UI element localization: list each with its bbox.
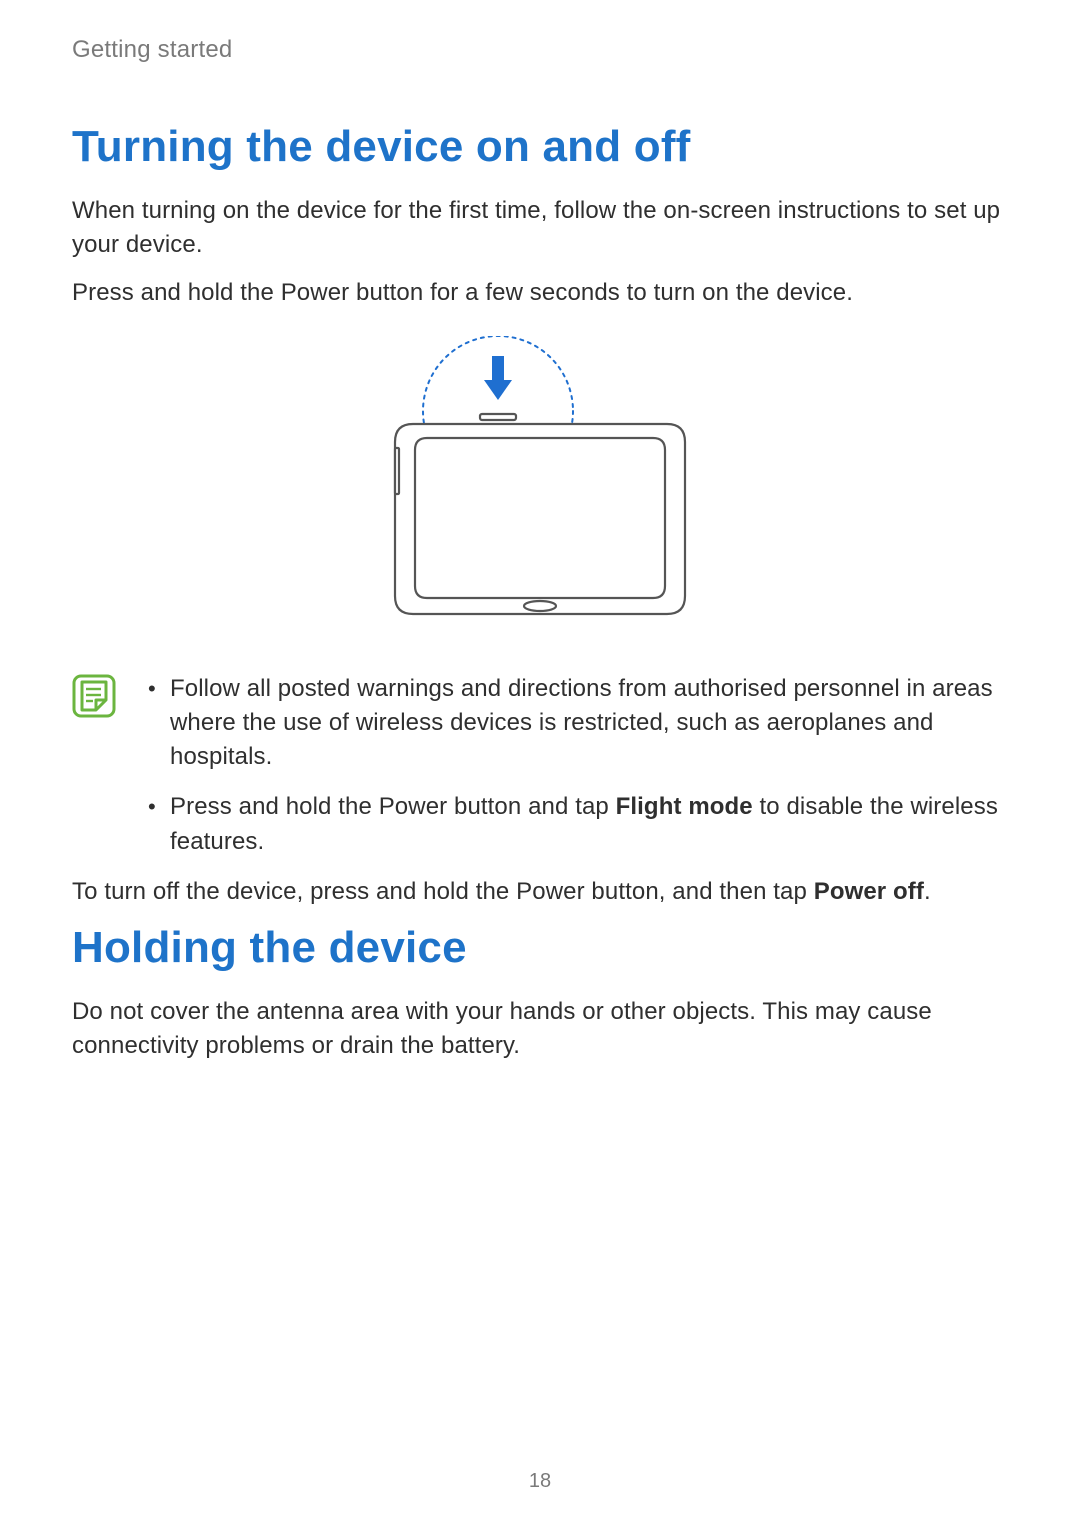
tablet-power-illustration [385,336,695,636]
running-head: Getting started [72,36,1008,64]
section-heading-turning-device-on-off: Turning the device on and off [72,122,1008,172]
paragraph: Press and hold the Power button for a fe… [72,276,1008,310]
note-icon [72,674,116,718]
page-number: 18 [0,1470,1080,1493]
illustration-container [72,336,1008,636]
down-arrow-icon [484,356,512,400]
paragraph: When turning on the device for the first… [72,194,1008,262]
text-post: . [924,878,931,905]
text-bold: Power off [814,878,924,905]
paragraph: To turn off the device, press and hold t… [72,875,1008,909]
note-block: Follow all posted warnings and direction… [72,672,1008,874]
note-text-pre: Press and hold the Power button and tap [170,793,616,820]
note-text-bold: Flight mode [616,793,753,820]
note-list: Follow all posted warnings and direction… [144,672,1008,874]
note-text: Follow all posted warnings and direction… [170,675,993,770]
note-item: Follow all posted warnings and direction… [144,672,1008,774]
paragraph: Do not cover the antenna area with your … [72,995,1008,1063]
text-pre: To turn off the device, press and hold t… [72,878,814,905]
section-heading-holding-device: Holding the device [72,923,1008,973]
note-item: Press and hold the Power button and tap … [144,790,1008,858]
manual-page: Getting started Turning the device on an… [0,0,1080,1527]
